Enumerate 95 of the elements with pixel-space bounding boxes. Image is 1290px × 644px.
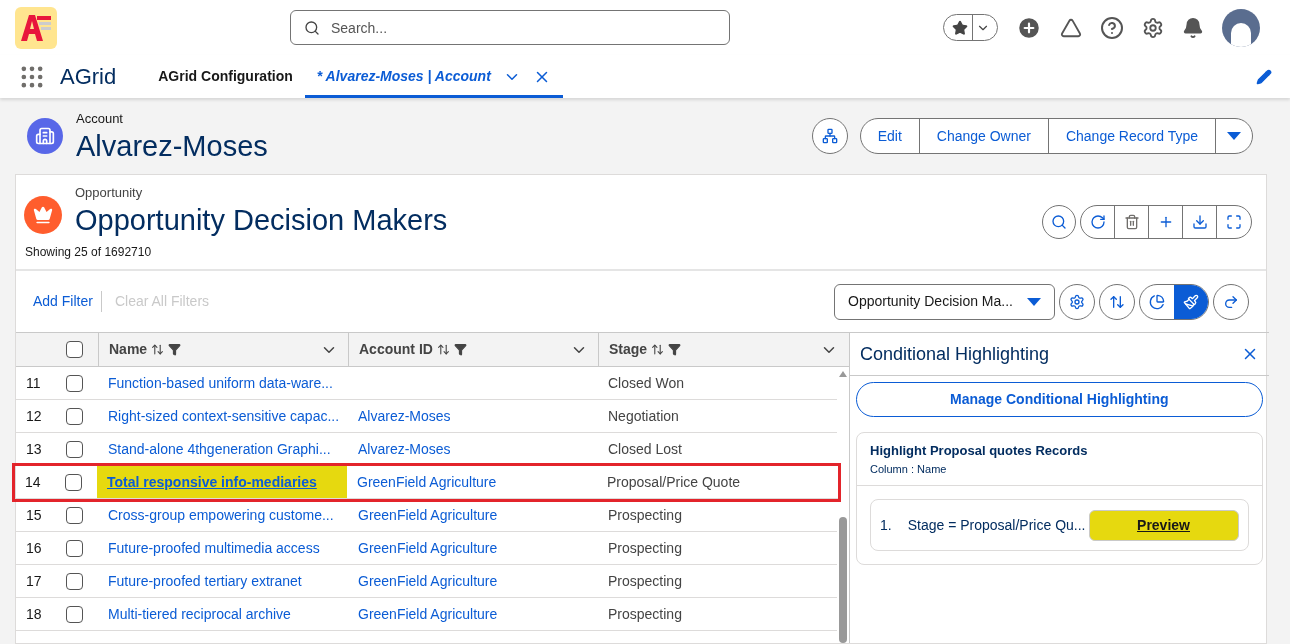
rule-title: Highlight Proposal quotes Records xyxy=(870,442,1089,460)
row-checkbox[interactable] xyxy=(66,539,83,557)
sort-icon[interactable] xyxy=(151,343,165,356)
condition-text: Stage = Proposal/Price Qu... xyxy=(907,515,1086,535)
opportunity-link[interactable]: Function-based uniform data-ware... xyxy=(108,372,333,394)
download-icon xyxy=(1191,214,1208,230)
settings-icon[interactable] xyxy=(1142,16,1164,39)
app-logo xyxy=(15,6,57,49)
gear-icon xyxy=(1069,293,1085,310)
stage-cell-text: Proposal/Price Quote xyxy=(607,472,741,492)
account-icon xyxy=(27,118,63,154)
expand-icon xyxy=(1226,214,1242,230)
row-number: 16 xyxy=(26,538,42,558)
row-checkbox[interactable] xyxy=(66,572,83,590)
highlight-button[interactable] xyxy=(1174,284,1208,319)
opportunity-link[interactable]: Future-proofed tertiary extranet xyxy=(108,570,302,592)
pie-chart-icon xyxy=(1149,293,1165,310)
search-field[interactable]: Search... xyxy=(290,10,730,45)
row-checkbox[interactable] xyxy=(66,605,83,623)
nav-tab[interactable]: AGrid Configuration xyxy=(146,55,305,98)
filter-icon[interactable] xyxy=(453,343,467,356)
action-button[interactable]: Edit xyxy=(860,119,920,153)
row-number: 11 xyxy=(26,373,41,393)
row-checkbox[interactable] xyxy=(66,374,83,392)
stage-cell-text: Closed Won xyxy=(608,373,684,393)
paintbrush-icon xyxy=(1183,293,1199,310)
column-header[interactable]: Stage xyxy=(598,333,848,366)
account-link[interactable]: Alvarez-Moses xyxy=(358,438,451,460)
opportunity-link[interactable]: Cross-group empowering custome... xyxy=(108,504,334,526)
opportunity-icon xyxy=(24,196,62,234)
hierarchy-button[interactable] xyxy=(811,118,848,154)
stage-cell-text: Prospecting xyxy=(608,538,682,558)
redo-icon xyxy=(1223,293,1239,310)
row-checkbox[interactable] xyxy=(66,407,83,425)
row-number: 14 xyxy=(25,472,41,492)
account-link[interactable]: GreenField Agriculture xyxy=(358,603,498,625)
scroll-up-icon[interactable] xyxy=(839,371,847,377)
view-select[interactable]: Opportunity Decision Ma... xyxy=(834,283,1055,320)
record-count: Showing 25 of 1692710 xyxy=(25,243,153,261)
row-number: 17 xyxy=(26,571,42,591)
object-label: Account xyxy=(76,110,124,129)
column-header[interactable]: Account ID xyxy=(348,333,598,366)
account-link[interactable]: GreenField Agriculture xyxy=(358,570,498,592)
trash-icon xyxy=(1123,214,1140,230)
app-name: AGrid xyxy=(60,63,117,91)
opportunity-link[interactable]: Future-proofed multimedia access xyxy=(108,537,320,559)
search-icon xyxy=(304,20,320,36)
row-number: 12 xyxy=(26,406,42,426)
account-link[interactable]: GreenField Agriculture xyxy=(358,504,498,526)
column-header[interactable]: Name xyxy=(98,333,348,366)
condition-number: 1. xyxy=(880,515,892,535)
add-filter-link[interactable]: Add Filter xyxy=(33,291,102,312)
record-title: Alvarez-Moses xyxy=(76,128,268,163)
grid-title: Opportunity Decision Makers xyxy=(75,202,448,237)
refresh-icon xyxy=(1089,214,1106,230)
row-checkbox[interactable] xyxy=(66,506,83,524)
row-number: 15 xyxy=(26,505,42,525)
action-button[interactable]: Change Record Type xyxy=(1048,119,1216,153)
row-number: 13 xyxy=(26,439,42,459)
account-link[interactable]: Alvarez-Moses xyxy=(358,405,451,427)
opportunity-link[interactable]: Stand-alone 4thgeneration Graphi... xyxy=(108,438,331,460)
search-icon xyxy=(1051,214,1067,230)
filter-icon[interactable] xyxy=(168,343,182,356)
caret-icon xyxy=(1027,297,1041,306)
stage-cell-text: Prospecting xyxy=(608,571,682,591)
scrollbar-thumb[interactable] xyxy=(839,517,847,643)
panel-title: Conditional Highlighting xyxy=(860,342,1051,366)
row-checkbox[interactable] xyxy=(65,473,82,491)
sort-icon xyxy=(1109,293,1125,310)
opportunity-link[interactable]: Multi-tiered reciprocal archive xyxy=(108,603,291,625)
stage-cell-text: Prospecting xyxy=(608,604,682,624)
stage-cell-text: Prospecting xyxy=(608,505,682,525)
row-number: 18 xyxy=(26,604,42,624)
star-icon xyxy=(952,19,968,36)
hierarchy-icon xyxy=(821,128,838,144)
row-checkbox[interactable] xyxy=(66,440,83,458)
nav-tab[interactable]: * Alvarez-Moses | Account xyxy=(304,55,563,98)
sort-icon[interactable] xyxy=(436,343,450,356)
preview-button[interactable]: Preview xyxy=(1088,509,1239,541)
account-link[interactable]: GreenField Agriculture xyxy=(358,537,498,559)
notifications-icon[interactable] xyxy=(1182,16,1204,39)
caret-icon xyxy=(1227,132,1241,140)
sort-icon[interactable] xyxy=(651,343,665,356)
opportunity-link[interactable]: Right-sized context-sensitive capac... xyxy=(108,405,340,427)
stage-cell-text: Negotiation xyxy=(608,406,679,426)
rule-column: Column : Name xyxy=(870,460,1249,477)
edit-icon[interactable] xyxy=(1256,68,1272,85)
select-all-checkbox[interactable] xyxy=(66,341,83,358)
filter-icon[interactable] xyxy=(668,343,682,356)
action-button[interactable]: Change Owner xyxy=(919,119,1049,153)
object-label: Opportunity xyxy=(75,184,144,203)
stage-cell-text: Closed Lost xyxy=(608,439,682,459)
account-link[interactable]: GreenField Agriculture xyxy=(357,471,497,493)
avatar[interactable] xyxy=(1222,8,1260,47)
help-icon[interactable] xyxy=(1100,15,1124,40)
